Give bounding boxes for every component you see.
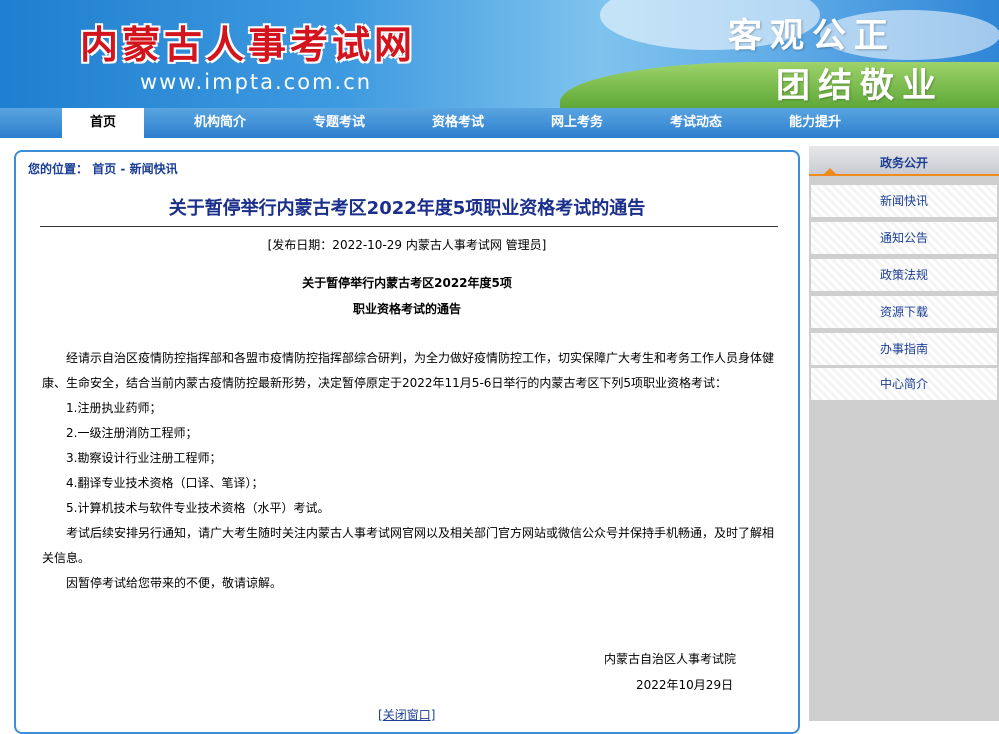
slogan-line2: 团结敬业 [776,66,944,106]
site-logo[interactable]: 内蒙古人事考试网 [80,14,416,69]
nav-about[interactable]: 机构简介 [170,108,270,138]
sidebar-heading-label: 政务公开 [879,156,928,170]
breadcrumb-separator: - [116,162,130,176]
nav-special-exams[interactable]: 专题考试 [289,108,389,138]
article-meta: [发布日期：2022-10-29 内蒙古人事考试网 管理员] [267,238,547,252]
article-subtitle-line1: 关于暂停举行内蒙古考区2022年度5项 [302,276,512,290]
breadcrumb: 您的位置： 首页 - 新闻快讯 [28,160,178,177]
sidebar: 政务公开 新闻快讯 通知公告 政策法规 资源下载 办事指南 中心简介 [809,146,999,721]
article-title: 关于暂停举行内蒙古考区2022年度5项职业资格考试的通告 [168,198,646,219]
article-paragraph: 3.勘察设计行业注册工程师； [66,451,222,465]
article-paragraph: 1.注册执业药师； [66,401,162,415]
nav-online-affairs[interactable]: 网上考务 [527,108,627,138]
breadcrumb-prefix: 您的位置： [28,162,89,176]
sidebar-item-center-intro[interactable]: 中心简介 [811,368,997,400]
article-subtitle-line2: 职业资格考试的通告 [352,302,461,316]
signature-date: 2022年10月29日 [636,678,734,692]
article-paragraph: 经请示自治区疫情防控指挥部和各盟市疫情防控指挥部综合研判，为全力做好疫情防控工作… [42,351,775,390]
breadcrumb-home-link[interactable]: 首页 [92,162,116,176]
article-body: 经请示自治区疫情防控指挥部和各盟市疫情防控指挥部综合研判，为全力做好疫情防控工作… [42,346,776,596]
article-panel: 您的位置： 首页 - 新闻快讯 关于暂停举行内蒙古考区2022年度5项职业资格考… [14,150,800,734]
header-banner: 内蒙古人事考试网 www.impta.com.cn 客观公正 团结敬业 [0,0,999,108]
slogan-line1: 客观公正 [728,16,896,56]
sidebar-item-downloads[interactable]: 资源下载 [811,296,997,328]
signature-organization: 内蒙古自治区人事考试院 [604,652,737,666]
sidebar-item-news[interactable]: 新闻快讯 [811,185,997,217]
nav-skill-improvement[interactable]: 能力提升 [765,108,865,138]
main-nav: 首页 机构简介 专题考试 资格考试 网上考务 考试动态 能力提升 [0,108,999,139]
article-paragraph: 因暂停考试给您带来的不便，敬请谅解。 [66,576,283,590]
title-divider [40,226,778,227]
nav-qualification-exams[interactable]: 资格考试 [408,108,508,138]
article-paragraph: 5.计算机技术与软件专业技术资格（水平）考试。 [66,501,330,515]
article-paragraph: 4.翻译专业技术资格（口译、笔译）； [66,476,264,490]
triangle-marker-icon [823,168,837,175]
sidebar-item-notices[interactable]: 通知公告 [811,222,997,254]
breadcrumb-current-link[interactable]: 新闻快讯 [130,162,178,176]
nav-home[interactable]: 首页 [62,108,144,139]
close-window-link[interactable]: 关闭窗口 [383,708,431,722]
sidebar-heading: 政务公开 [809,146,999,176]
article-paragraph: 2.一级注册消防工程师； [66,426,198,440]
article-paragraph: 考试后续安排另行通知，请广大考生随时关注内蒙古人事考试网官网以及相关部门官方网站… [42,526,775,565]
site-url: www.impta.com.cn [140,70,373,94]
sidebar-item-guide[interactable]: 办事指南 [811,333,997,365]
nav-exam-news[interactable]: 考试动态 [646,108,746,138]
sidebar-item-policies[interactable]: 政策法规 [811,259,997,291]
close-window: [关闭窗口] [378,708,436,722]
